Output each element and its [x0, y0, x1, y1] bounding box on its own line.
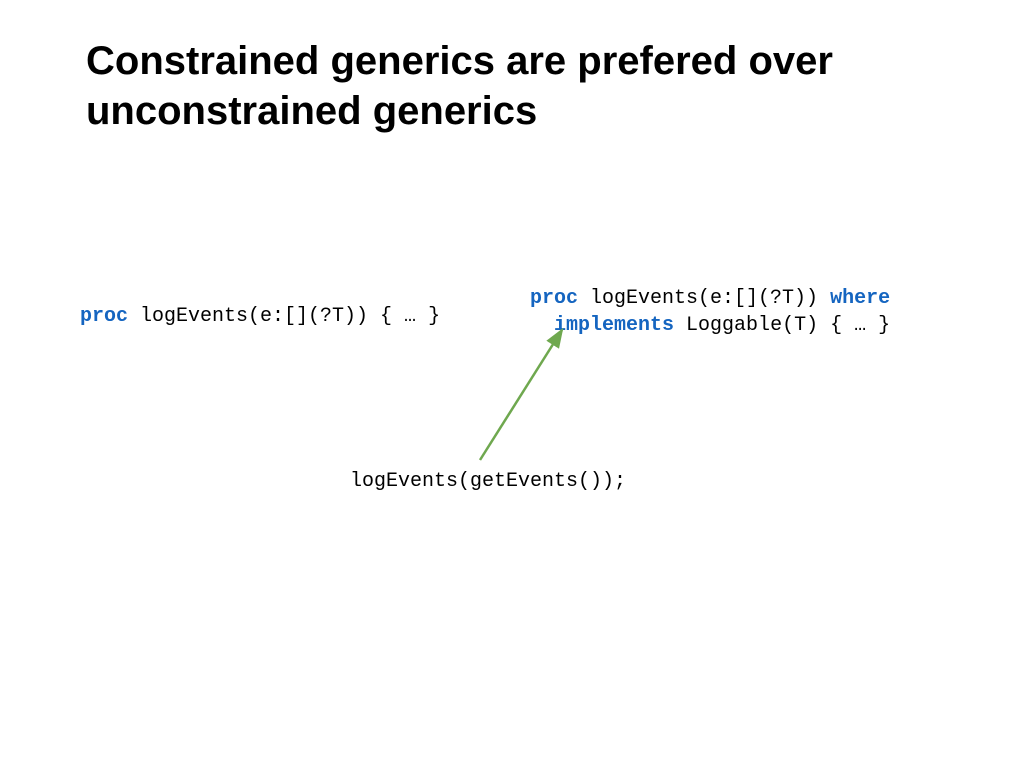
code-unconstrained: proc logEvents(e:[](?T)) { … }	[80, 305, 440, 328]
slide-title: Constrained generics are prefered over u…	[86, 36, 964, 136]
code-indent	[530, 314, 554, 337]
code-constrained: proc logEvents(e:[](?T)) where implement…	[530, 285, 890, 339]
code-text: Loggable(T) { … }	[674, 314, 890, 337]
keyword-proc: proc	[530, 287, 578, 310]
keyword-implements: implements	[554, 314, 674, 337]
keyword-where: where	[830, 287, 890, 310]
keyword-proc: proc	[80, 305, 128, 328]
code-call: logEvents(getEvents());	[350, 470, 626, 493]
code-text: logEvents(e:[](?T)) { … }	[128, 305, 440, 328]
code-text: logEvents(e:[](?T))	[578, 287, 830, 310]
